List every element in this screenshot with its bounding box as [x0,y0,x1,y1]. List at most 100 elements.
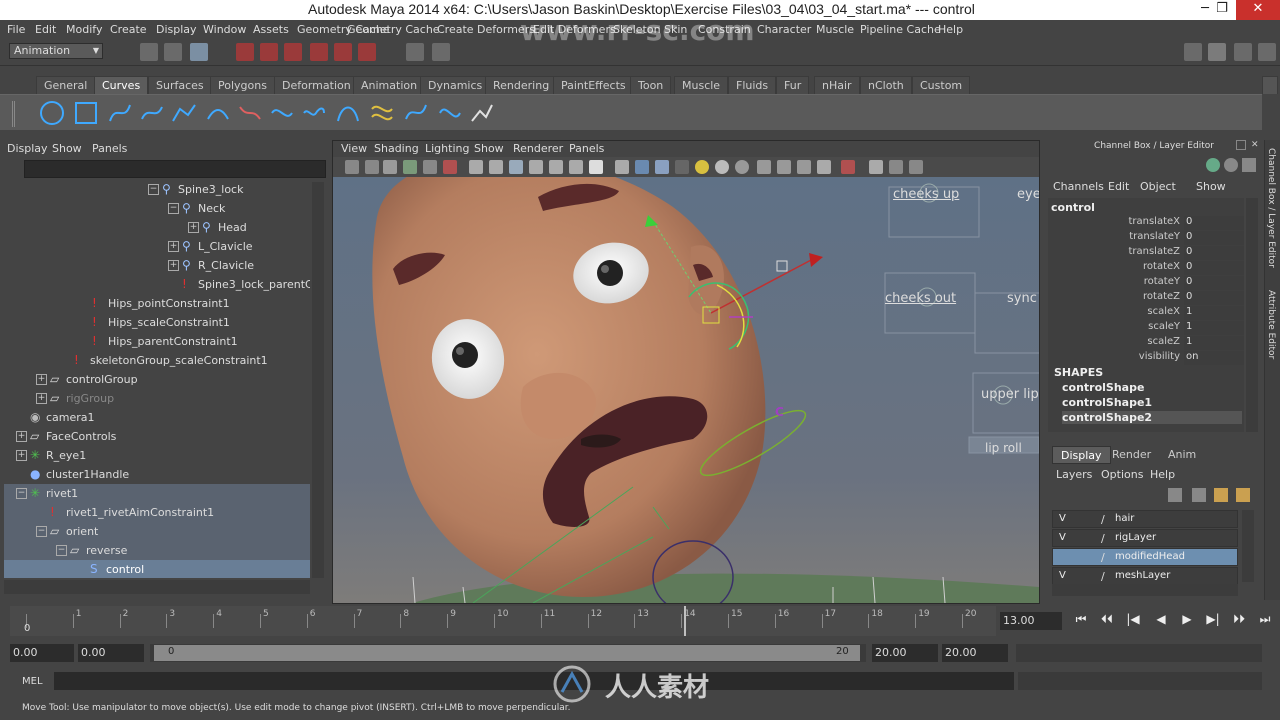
expand-icon[interactable]: + [16,450,27,461]
layer-menu-help[interactable]: Help [1150,468,1175,481]
outliner-item[interactable]: ! skeletonGroup_scaleConstraint1 [4,351,310,370]
outliner-item[interactable]: + ▱ FaceControls [4,427,310,446]
ambient-occlusion-icon[interactable] [757,160,771,174]
range-bar[interactable]: 0 20 [154,645,860,661]
layer-menu-layers[interactable]: Layers [1056,468,1092,481]
menu-assets[interactable]: Assets [253,23,289,36]
snap-curve-icon[interactable] [334,43,352,61]
shelf-tab-general[interactable]: General [36,76,96,94]
layer-visibility-toggle[interactable]: V [1059,513,1066,524]
two-d-pan-icon[interactable] [423,160,437,174]
expand-icon[interactable]: + [36,374,47,385]
tool-settings-icon[interactable] [1234,43,1252,61]
viewport-menu-lighting[interactable]: Lighting [425,142,469,155]
nurbs-square-icon[interactable] [72,99,100,127]
layer-color-icon[interactable]: ∕ [1101,570,1105,583]
shelf-tab-curves[interactable]: Curves [94,76,149,94]
play-backwards-button[interactable]: ◀ [1150,612,1172,630]
save-scene-icon[interactable] [190,43,208,61]
outliner-item[interactable]: ! rivet1_rivetAimConstraint1 [4,503,310,522]
resolution-gate-icon[interactable] [509,160,523,174]
menu-create-deformers[interactable]: Create Deformers [437,23,535,36]
channel-attr-value[interactable]: 0 [1184,276,1244,290]
extend-curve-icon[interactable] [334,99,362,127]
outliner-item[interactable]: − ⚲ Spine3_lock [4,182,310,199]
channel-attr-row[interactable]: visibility on [1050,351,1248,366]
channel-attr-row[interactable]: scaleZ 1 [1050,336,1248,351]
channel-attr-row[interactable]: rotateY 0 [1050,276,1248,291]
shelf-tab-fur[interactable]: Fur [776,76,810,94]
collapse-icon[interactable]: − [148,184,159,195]
grid-icon[interactable] [469,160,483,174]
go-to-start-button[interactable]: ⏮ [1070,612,1092,630]
menu-edit[interactable]: Edit [35,23,56,36]
reverse-curve-icon[interactable] [436,99,464,127]
menu-edit-deformers[interactable]: Edit Deformers [533,23,616,36]
shelf-tab-toon[interactable]: Toon [630,76,672,94]
channel-menu-channels[interactable]: Channels [1053,180,1104,193]
render-icon[interactable] [432,43,450,61]
shape-item[interactable]: controlShape2 [1062,411,1242,424]
expand-icon[interactable]: + [168,260,179,271]
step-back-key-button[interactable]: ⏴⏴ [1096,612,1118,630]
outliner-item[interactable]: ! Hips_parentConstraint1 [4,332,310,351]
expand-icon[interactable]: + [16,431,27,442]
new-layer-selected-icon[interactable] [1192,488,1206,502]
viewport-menu-panels[interactable]: Panels [569,142,604,155]
layer-tab-anim[interactable]: Anim [1160,446,1204,464]
menu-pipeline-cache[interactable]: Pipeline Cache [860,23,941,36]
layer-row[interactable]: V ∕ rigLayer [1052,529,1238,547]
default-light-icon[interactable] [695,160,709,174]
layer-row[interactable]: V ∕ hair [1052,510,1238,528]
outliner-item[interactable]: + ▱ controlGroup [4,370,310,389]
gate-mask-icon[interactable] [529,160,543,174]
layer-scrollbar[interactable] [1242,510,1254,582]
channel-attr-value[interactable]: 0 [1184,261,1244,275]
image-plane-icon[interactable] [403,160,417,174]
new-layer-icon[interactable] [1168,488,1182,502]
layer-move-up-icon[interactable] [1214,488,1228,502]
layer-move-down-icon[interactable] [1236,488,1250,502]
maximize-button[interactable]: ❐ [1207,0,1237,20]
close-button[interactable]: ✕ [1236,0,1280,20]
collapse-icon[interactable]: − [168,203,179,214]
shelf-tab-custom[interactable]: Custom [912,76,971,94]
outliner-menu-panels[interactable]: Panels [92,142,127,155]
channel-attr-row[interactable]: translateX 0 [1050,216,1248,231]
select-component-icon[interactable] [284,43,302,61]
channel-box-scrollbar[interactable] [1246,198,1258,432]
menu-skin[interactable]: Skin [664,23,687,36]
step-forward-key-button[interactable]: ⏵⏵ [1228,612,1250,630]
channel-attr-value[interactable]: 1 [1184,336,1244,350]
menu-muscle[interactable]: Muscle [816,23,854,36]
menu-geometry-cache[interactable]: Geometry Cache [347,23,440,36]
detach-curves-icon[interactable] [268,99,296,127]
ep-curve-icon[interactable] [138,99,166,127]
rebuild-curve-icon[interactable] [402,99,430,127]
step-forward-frame-button[interactable]: ▶| [1202,612,1224,630]
shelf-tab-ncloth[interactable]: nCloth [860,76,912,94]
shelf-tab-animation[interactable]: Animation [353,76,426,94]
shape-item[interactable]: controlShape1 [1062,396,1152,409]
play-forwards-button[interactable]: ▶ [1176,612,1198,630]
channel-attr-row[interactable]: scaleX 1 [1050,306,1248,321]
channel-attr-value[interactable]: 1 [1184,306,1244,320]
playback-start-field[interactable]: 0.00 [78,644,144,662]
new-scene-icon[interactable] [140,43,158,61]
insert-knot-icon[interactable] [300,99,328,127]
history-icon[interactable] [406,43,424,61]
viewport-menu-view[interactable]: View [341,142,367,155]
sculpt-icon[interactable] [1184,43,1202,61]
channel-icon-a[interactable] [1206,158,1220,172]
float-panel-icon[interactable] [1236,140,1246,150]
wireframe-icon[interactable] [615,160,629,174]
outliner-vertical-scrollbar[interactable] [312,182,324,578]
outliner-item[interactable]: + ⚲ R_Clavicle [4,256,310,275]
viewport-scene[interactable]: cheeks up cheeks out eye sync upper lip … [333,177,1039,603]
outliner-item[interactable]: ! Spine3_lock_parentCo [4,275,310,294]
channel-menu-object[interactable]: Object [1140,180,1176,193]
isolate-select-icon[interactable] [841,160,855,174]
anim-end-field[interactable]: 20.00 [942,644,1008,662]
collapse-icon[interactable]: − [56,545,67,556]
smooth-shade-icon[interactable] [635,160,649,174]
